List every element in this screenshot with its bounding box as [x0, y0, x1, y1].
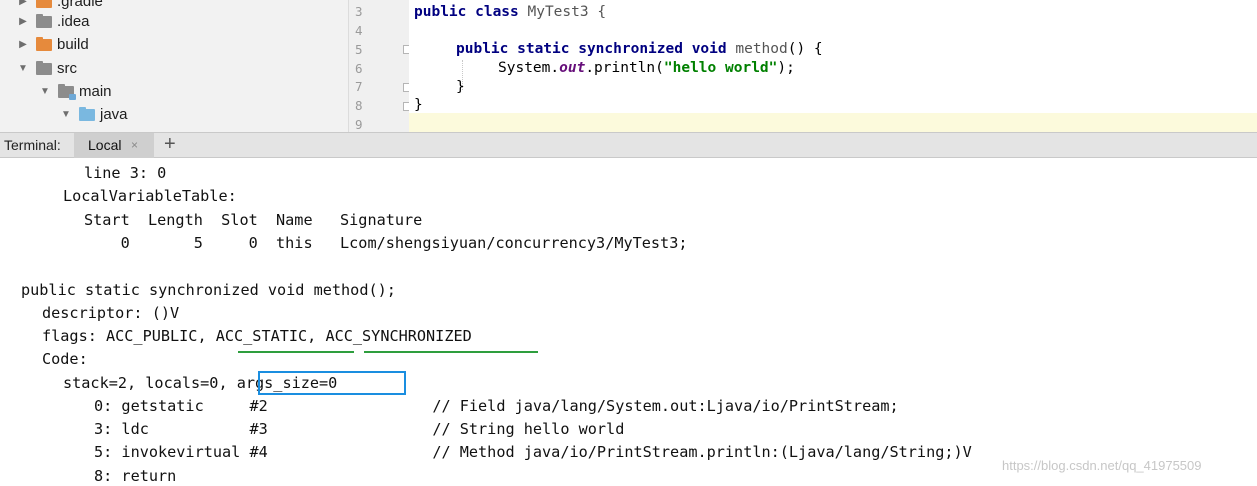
- code-line: }: [456, 79, 465, 95]
- tree-item-label: .gradle: [57, 0, 103, 10]
- tab-local[interactable]: Local ×: [74, 133, 154, 158]
- project-tree: ▶ .gradle ▶ .idea ▶ build ▼ src ▼ main ▼…: [0, 0, 348, 132]
- editor-gutter: 3 4 5 6 7 8 9: [348, 0, 412, 132]
- line-number: 5: [355, 42, 363, 57]
- line-number: 9: [355, 117, 363, 132]
- code-text: MyTest3 {: [518, 4, 607, 20]
- tree-item-label: main: [79, 83, 112, 100]
- terminal-line: LocalVariableTable:: [63, 187, 237, 205]
- keyword: public static synchronized void: [456, 41, 727, 57]
- line-number: 7: [355, 79, 363, 94]
- terminal-line: 5: invokevirtual #4 // Method java/io/Pr…: [94, 443, 972, 461]
- tree-item-main[interactable]: ▼ main: [38, 80, 112, 103]
- terminal-output[interactable]: line 3: 0 LocalVariableTable: Start Leng…: [0, 158, 1257, 486]
- terminal-line: public static synchronized void method()…: [21, 281, 396, 299]
- terminal-line: flags: ACC_PUBLIC, ACC_STATIC, ACC_SYNCH…: [42, 327, 472, 345]
- terminal-line: line 3: 0: [84, 164, 167, 182]
- gray-folder-icon: [36, 60, 52, 75]
- code-line: }: [414, 97, 423, 113]
- tree-item-build[interactable]: ▶ build: [16, 33, 89, 56]
- expand-arrow-icon[interactable]: ▶: [16, 16, 30, 27]
- code-text: () {: [787, 41, 823, 57]
- tab-local-label: Local: [88, 137, 122, 153]
- tree-item-java[interactable]: ▼ java: [59, 103, 128, 126]
- code-text: .println(: [585, 60, 664, 76]
- code-editor[interactable]: public class MyTest3 { public static syn…: [409, 0, 1257, 132]
- terminal-line: descriptor: ()V: [42, 304, 180, 322]
- module-folder-icon: [58, 83, 76, 100]
- terminal-label: Terminal:: [4, 137, 61, 153]
- tree-item-label: .idea: [57, 13, 90, 30]
- tree-item-label: java: [100, 106, 128, 123]
- collapse-arrow-icon[interactable]: ▼: [59, 109, 73, 120]
- collapse-arrow-icon[interactable]: ▼: [16, 63, 30, 74]
- acc-synchronized-underline: [364, 351, 538, 353]
- orange-folder-icon: [36, 0, 52, 8]
- collapse-arrow-icon[interactable]: ▼: [38, 86, 52, 97]
- terminal-line: Code:: [42, 350, 88, 368]
- tree-item-src[interactable]: ▼ src: [16, 57, 77, 80]
- terminal-line: Start Length Slot Name Signature: [84, 211, 423, 229]
- terminal-line: 3: ldc #3 // String hello world: [94, 420, 625, 438]
- line-number: 4: [355, 23, 363, 38]
- expand-arrow-icon[interactable]: ▶: [16, 0, 30, 7]
- line-number: 3: [355, 4, 363, 19]
- expand-arrow-icon[interactable]: ▶: [16, 39, 30, 50]
- close-icon[interactable]: ×: [131, 138, 138, 152]
- blue-source-folder-icon: [79, 106, 95, 121]
- acc-static-underline: [238, 351, 354, 353]
- orange-folder-icon: [36, 36, 52, 51]
- keyword: public class: [414, 4, 519, 20]
- tree-item-label: build: [57, 36, 89, 53]
- terminal-line: 0: getstatic #2 // Field java/lang/Syste…: [94, 397, 899, 415]
- code-line: public static synchronized void method()…: [456, 41, 823, 57]
- tree-item-idea[interactable]: ▶ .idea: [16, 10, 90, 33]
- tree-item-label: src: [57, 60, 77, 77]
- string-literal: "hello world": [663, 60, 778, 76]
- code-text: );: [777, 60, 795, 76]
- code-line: System.out.println("hello world");: [498, 60, 795, 76]
- add-tab-icon[interactable]: +: [164, 133, 176, 156]
- method-name: method: [726, 41, 788, 57]
- args-size-highlight-box: [258, 371, 406, 395]
- gray-folder-icon: [36, 13, 52, 28]
- code-line: public class MyTest3 {: [414, 4, 606, 20]
- line-number: 8: [355, 98, 363, 113]
- current-line-highlight: [409, 113, 1257, 132]
- terminal-tab-bar: Terminal: Local × +: [0, 132, 1257, 158]
- line-number: 6: [355, 61, 363, 76]
- terminal-line: 8: return: [94, 467, 177, 485]
- static-field: out: [559, 60, 586, 76]
- code-text: System.: [498, 60, 560, 76]
- watermark: https://blog.csdn.net/qq_41975509: [1002, 458, 1202, 473]
- terminal-line: 0 5 0 this Lcom/shengsiyuan/concurrency3…: [84, 234, 688, 252]
